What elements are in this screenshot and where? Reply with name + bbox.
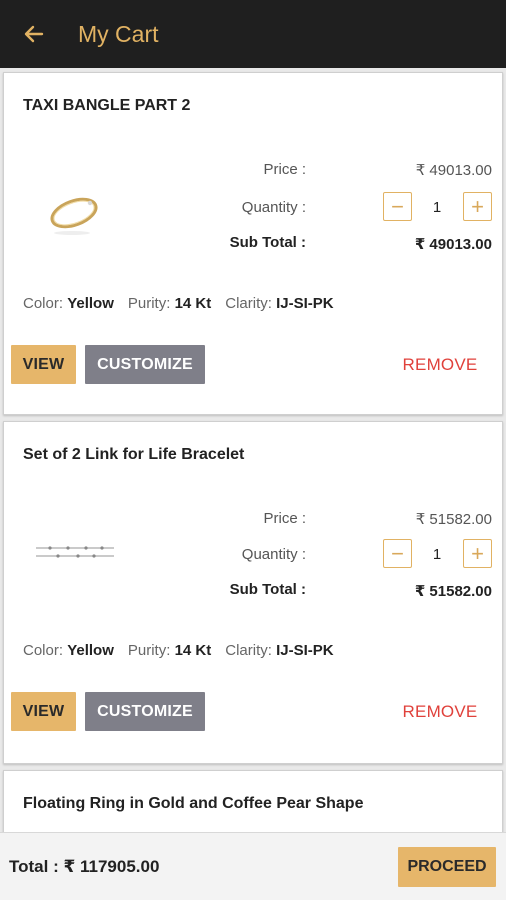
quantity-value: 1 [432,199,442,216]
view-button[interactable]: VIEW [11,345,76,384]
subtotal-value: ₹ 49013.00 [414,236,492,253]
quantity-label: Quantity : [241,546,306,563]
subtotal-label: Sub Total : [229,234,306,251]
plus-icon: + [471,193,484,219]
cart-item: TAXI BANGLE PART 2 Price : ₹ 49013.00 Qu… [3,72,503,415]
checkout-bar: Total : ₹ 117905.00 PROCEED [0,832,506,900]
minus-icon: − [391,540,404,566]
plus-icon: + [471,540,484,566]
purity-value: 14 Kt [174,295,212,312]
color-value: Yellow [67,295,114,312]
clarity-value: IJ-SI-PK [276,295,334,312]
product-title: TAXI BANGLE PART 2 [23,97,191,114]
decrease-quantity-button[interactable]: − [383,192,412,221]
product-attributes: Color: Yellow Purity: 14 Kt Clarity: IJ-SI… [23,642,334,659]
increase-quantity-button[interactable]: + [463,539,492,568]
increase-quantity-button[interactable]: + [463,192,492,221]
remove-button[interactable]: REMOVE [400,692,480,731]
price-label: Price : [263,510,306,527]
cart-item: Floating Ring in Gold and Coffee Pear Sh… [3,770,503,832]
subtotal-value: ₹ 51582.00 [414,583,492,600]
product-image[interactable] [28,518,128,588]
arrow-left-icon [24,25,44,43]
subtotal-label: Sub Total : [229,581,306,598]
cart-list[interactable]: TAXI BANGLE PART 2 Price : ₹ 49013.00 Qu… [0,68,506,832]
color-value: Yellow [67,642,114,659]
price-value: ₹ 49013.00 [415,162,492,179]
purity-value: 14 Kt [174,642,212,659]
product-attributes: Color: Yellow Purity: 14 Kt Clarity: IJ-SI… [23,295,334,312]
quantity-value: 1 [432,546,442,563]
page-title: My Cart [78,20,159,47]
proceed-button[interactable]: PROCEED [398,847,496,887]
cart-total: Total : ₹ 117905.00 [9,857,160,876]
decrease-quantity-button[interactable]: − [383,539,412,568]
customize-button[interactable]: CUSTOMIZE [85,345,205,384]
product-image[interactable] [28,179,128,249]
cart-item: Set of 2 Link for Life Bracelet Price : … [3,421,503,764]
customize-button[interactable]: CUSTOMIZE [85,692,205,731]
price-value: ₹ 51582.00 [415,511,492,528]
remove-button[interactable]: REMOVE [400,345,480,384]
product-title: Floating Ring in Gold and Coffee Pear Sh… [23,795,364,812]
back-button[interactable] [0,0,76,68]
minus-icon: − [391,193,404,219]
quantity-label: Quantity : [241,199,306,216]
clarity-value: IJ-SI-PK [276,642,334,659]
product-title: Set of 2 Link for Life Bracelet [23,446,245,463]
app-bar: My Cart [0,0,506,68]
view-button[interactable]: VIEW [11,692,76,731]
price-label: Price : [263,161,306,178]
